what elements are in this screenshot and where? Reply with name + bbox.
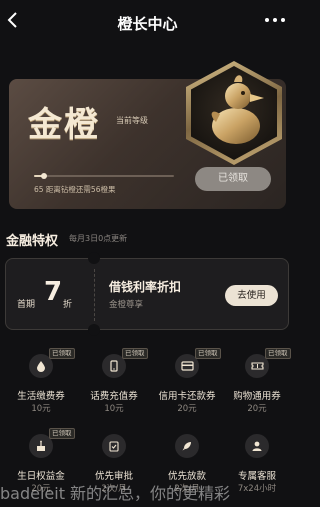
claimed-tag: 已领取 — [265, 348, 291, 359]
claimed-tag: 已领取 — [49, 348, 75, 359]
progress-indicator — [40, 173, 47, 179]
privilege-value: 10元 — [31, 404, 51, 414]
watermark-overlay: badeleit 新的汇总，你的更精彩 — [0, 484, 231, 503]
use-coupon-button[interactable]: 去使用 — [225, 285, 278, 306]
privilege-name: 生活缴费券 — [17, 391, 65, 402]
claimed-tag: 已领取 — [49, 428, 75, 439]
page-title: 橙长中心 — [117, 15, 178, 33]
privilege-value: 20元 — [177, 404, 197, 414]
level-progress-bar — [34, 173, 174, 179]
privilege-name: 信用卡还款券 — [158, 391, 216, 402]
claimed-tag: 已领取 — [195, 348, 221, 359]
level-tag: 当前等级 — [116, 116, 148, 125]
coupon-discount-value: 7 — [44, 277, 63, 307]
privilege-name: 购物通用券 — [233, 391, 281, 402]
level-name: 金橙 — [28, 105, 100, 145]
coupon-description: 金橙尊享 — [109, 300, 144, 310]
claimed-button[interactable]: 已领取 — [195, 167, 271, 191]
coupon-prefix: 首期 — [17, 300, 36, 310]
coupon-divider — [94, 269, 95, 321]
coupon-unit: 折 — [63, 300, 73, 310]
coupon-notch — [88, 324, 100, 336]
coupon-name: 借钱利率折扣 — [109, 280, 182, 294]
nav-bar: 橙长中心 — [0, 0, 295, 44]
section-title: 金融特权 — [6, 234, 59, 249]
claimed-tag: 已领取 — [122, 348, 148, 359]
privilege-value: 20元 — [247, 404, 267, 414]
rocket-icon — [175, 434, 199, 458]
progress-text: 65 距离钻橙还需56橙果 — [34, 185, 116, 194]
golden-duck-mascot-icon — [211, 75, 264, 144]
section-subtitle: 每月3日0点更新 — [69, 234, 128, 243]
service-agent-icon — [245, 434, 269, 458]
privilege-value: 10元 — [104, 404, 124, 414]
privilege-name: 话费充值券 — [90, 391, 138, 402]
more-options-icon[interactable] — [265, 18, 285, 22]
clipboard-check-icon — [102, 434, 126, 458]
coupon-notch — [88, 252, 100, 264]
